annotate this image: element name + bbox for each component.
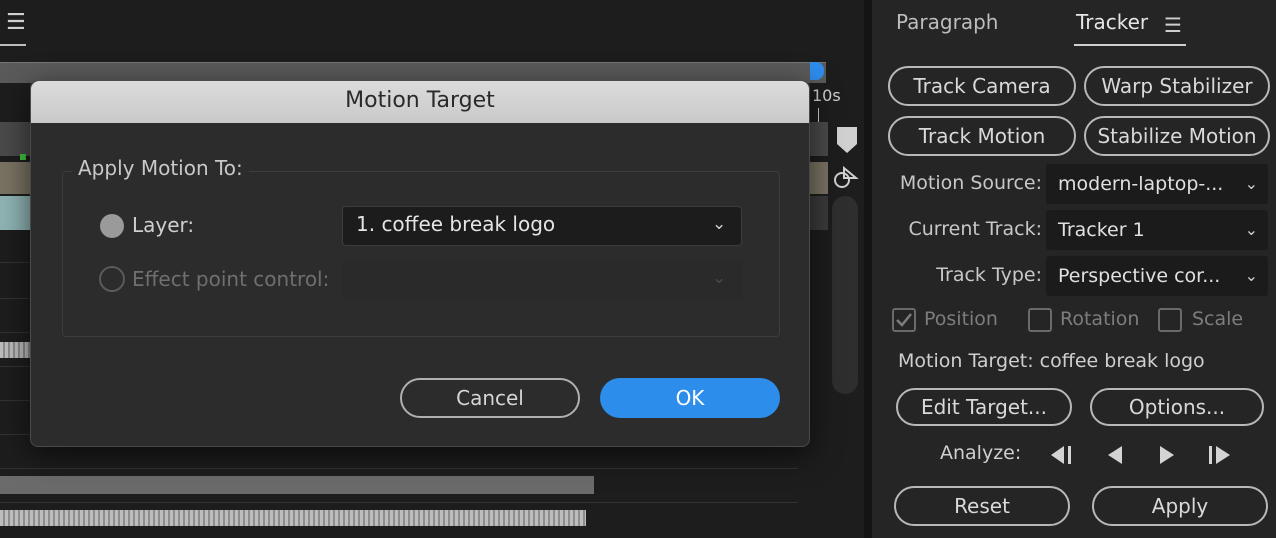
analyze-forward-icon[interactable] (1156, 444, 1178, 466)
warp-stabilizer-button[interactable]: Warp Stabilizer (1084, 66, 1270, 106)
reset-button[interactable]: Reset (894, 486, 1070, 526)
current-track-value: Tracker 1 (1058, 219, 1145, 241)
timeline-scrollbar[interactable] (832, 196, 858, 394)
tab-paragraph[interactable]: Paragraph (896, 10, 998, 34)
layer-track-bar[interactable] (0, 476, 594, 494)
layer-switch-icon[interactable] (832, 164, 860, 192)
chevron-down-icon: ⌄ (1244, 220, 1258, 239)
motion-target-text: Motion Target: coffee break logo (898, 350, 1205, 372)
chevron-down-icon: ⌄ (712, 268, 727, 288)
panel-divider[interactable] (864, 0, 872, 538)
panel-menu-icon[interactable]: ☰ (1164, 13, 1182, 37)
track-type-value: Perspective cor... (1058, 265, 1221, 287)
dialog-title: Motion Target (345, 88, 495, 113)
position-checkbox[interactable] (892, 308, 916, 332)
ok-button[interactable]: OK (600, 378, 780, 418)
layer-label[interactable]: Layer: (132, 213, 194, 237)
track-type-dropdown[interactable]: Perspective cor... ⌄ (1046, 256, 1268, 296)
position-label: Position (924, 308, 998, 330)
hamburger-menu-icon[interactable]: ☰ (6, 10, 26, 36)
track-motion-button[interactable]: Track Motion (888, 116, 1076, 156)
motion-source-value: modern-laptop-... (1058, 173, 1224, 195)
rotation-checkbox[interactable] (1028, 308, 1052, 332)
apply-motion-group (62, 171, 780, 337)
scale-checkbox[interactable] (1158, 308, 1182, 332)
current-track-label: Current Track: (908, 218, 1042, 240)
analyze-forward-one-frame-icon[interactable] (1206, 444, 1234, 466)
effect-point-label: Effect point control: (132, 267, 330, 291)
effect-point-radio-button (99, 266, 125, 292)
rotation-label: Rotation (1060, 308, 1140, 330)
analyze-label: Analyze: (940, 442, 1022, 464)
stabilize-motion-button[interactable]: Stabilize Motion (1084, 116, 1270, 156)
checkmark-icon (896, 313, 912, 327)
analyze-backward-icon[interactable] (1104, 444, 1126, 466)
audio-waveform (0, 510, 586, 526)
cancel-button[interactable]: Cancel (400, 378, 580, 418)
edit-target-button[interactable]: Edit Target... (896, 388, 1072, 426)
track-divider (0, 468, 798, 469)
tab-underline (0, 44, 26, 46)
audio-waveform (0, 342, 30, 358)
chevron-down-icon: ⌄ (1244, 174, 1258, 193)
current-track-dropdown[interactable]: Tracker 1 ⌄ (1046, 210, 1268, 250)
layer-track-bar[interactable] (0, 196, 30, 230)
effect-point-dropdown (342, 260, 742, 300)
layer-radio-button[interactable] (100, 214, 124, 238)
motion-source-dropdown[interactable]: modern-laptop-... ⌄ (1046, 164, 1268, 204)
work-area-end-handle[interactable] (810, 62, 824, 80)
options-button[interactable]: Options... (1090, 388, 1264, 426)
chevron-down-icon: ⌄ (712, 214, 727, 234)
tab-tracker[interactable]: Tracker (1076, 10, 1148, 34)
chevron-down-icon: ⌄ (1244, 266, 1258, 285)
analyze-back-one-frame-icon[interactable] (1048, 444, 1076, 466)
scale-label: Scale (1192, 308, 1244, 330)
ruler-time-label: 10s (812, 86, 841, 105)
track-camera-button[interactable]: Track Camera (888, 66, 1076, 106)
apply-motion-label: Apply Motion To: (72, 156, 249, 180)
track-type-label: Track Type: (936, 264, 1042, 286)
active-tab-indicator (1074, 44, 1186, 46)
motion-source-label: Motion Source: (899, 172, 1042, 194)
apply-button[interactable]: Apply (1092, 486, 1268, 526)
track-divider (0, 502, 798, 503)
keyframe-marker[interactable] (20, 154, 26, 160)
comp-marker-bin-icon[interactable] (836, 126, 858, 154)
layer-dropdown-value: 1. coffee break logo (356, 212, 556, 236)
